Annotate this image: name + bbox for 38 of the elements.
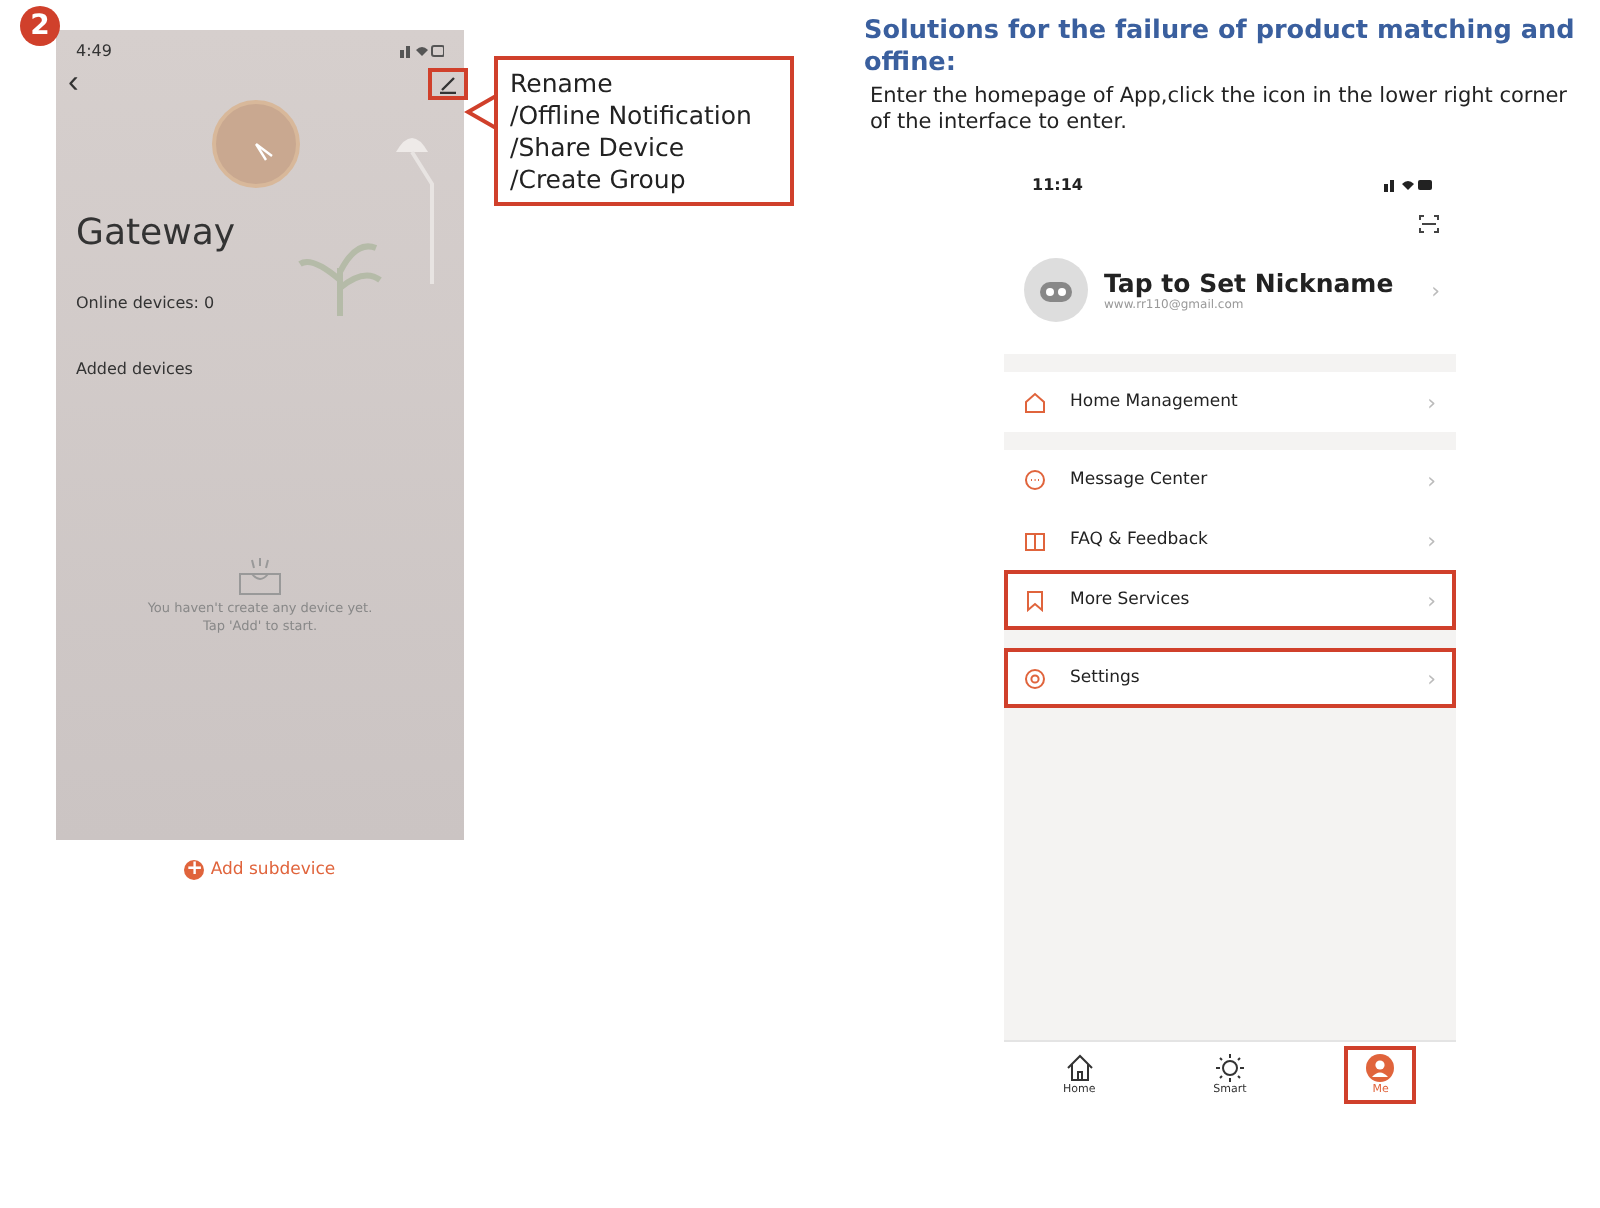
menu-item[interactable]: Settings ›	[1004, 648, 1456, 708]
status-icons	[1384, 178, 1432, 192]
menu-item[interactable]: FAQ & Feedback ›	[1004, 510, 1456, 570]
callout-text: Rename	[510, 68, 615, 100]
step-number-badge: 2	[20, 6, 60, 46]
status-icons	[400, 44, 444, 58]
book-icon	[1024, 529, 1046, 551]
device-title: Gateway	[74, 210, 238, 254]
avatar-icon	[1024, 258, 1088, 322]
plus-icon: +	[184, 860, 205, 880]
person-icon	[1366, 1054, 1395, 1082]
bookmark-icon	[1024, 589, 1046, 611]
online-devices-label: Online devices: 0	[74, 294, 217, 312]
callout-text: /Share Device	[510, 132, 687, 164]
callout-text: /Create Group	[510, 164, 688, 196]
nickname-text: Tap to Set Nickname	[1104, 268, 1396, 298]
scan-icon[interactable]	[1418, 214, 1440, 234]
added-devices-label: Added devices	[74, 360, 195, 378]
wall-clock-drawing	[212, 100, 300, 188]
instructions-text: Enter the homepage of App,click the icon in the lower right corner of the interface to enter.	[870, 84, 1569, 136]
menu-item[interactable]: Home Management ›	[1004, 372, 1456, 432]
home-icon	[1065, 1054, 1094, 1082]
status-time: 4:49	[76, 42, 112, 60]
menu-item[interactable]: More Services ›	[1004, 570, 1456, 630]
callout-text: /Offline Notification	[510, 100, 754, 132]
empty-box-icon	[234, 558, 286, 598]
back-button[interactable]: ‹	[68, 68, 79, 100]
add-subdevice-button[interactable]: + Add subdevice	[184, 860, 336, 880]
pencil-icon	[438, 74, 458, 94]
edit-button[interactable]	[428, 68, 468, 100]
chevron-icon: ›	[1431, 277, 1440, 303]
status-time: 11:14	[1032, 176, 1083, 194]
sun-icon	[1215, 1054, 1244, 1082]
menu-item[interactable]: Message Center ›	[1004, 450, 1456, 510]
instructions-title: Solutions for the failure of product matching and offine:	[864, 16, 1577, 80]
message-icon	[1024, 469, 1046, 491]
home-icon	[1024, 391, 1046, 413]
gear-icon	[1024, 667, 1046, 689]
